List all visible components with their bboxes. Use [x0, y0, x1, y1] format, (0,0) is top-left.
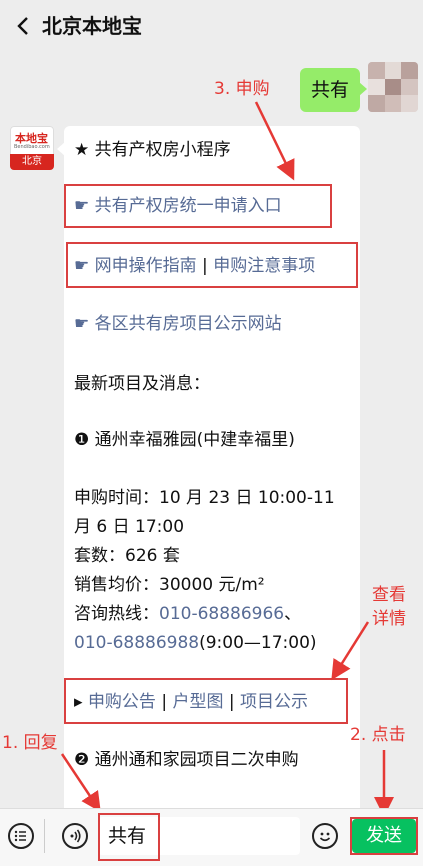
annotation-details-1: 查看	[372, 585, 406, 605]
project-links-row: ▸ 申购公告 | 户型图 | 项目公示	[74, 690, 308, 714]
logo-city: 北京	[10, 154, 54, 170]
hotline-number-2[interactable]: 010-68886988	[74, 633, 199, 653]
announcement-link[interactable]: 申购公告	[88, 692, 156, 712]
hand-pointer-icon: ☛	[74, 256, 95, 276]
separator: |	[196, 256, 214, 276]
header-bar: 北京本地宝	[0, 0, 423, 52]
pipe-1: |	[155, 692, 173, 712]
notice-link[interactable]: 申购注意事项	[213, 256, 315, 276]
district-link[interactable]: ☛ 各区共有房项目公示网站	[74, 312, 282, 336]
highlight-box-input	[98, 813, 160, 861]
hotline-row: 咨询热线：010-68886966、	[74, 602, 301, 626]
hotline-label: 咨询热线：	[74, 604, 159, 624]
bot-message-bubble: ★ 共有产权房小程序 ☛ 共有产权房统一申请入口 ☛ 网申操作指南 | 申购注意…	[57, 126, 360, 816]
hotline-number-1[interactable]: 010-68886966	[159, 604, 284, 624]
guide-link[interactable]: 网申操作指南	[95, 256, 197, 276]
latest-title: 最新项目及消息：	[74, 374, 210, 394]
pipe-2: |	[223, 692, 241, 712]
triangle-icon: ▸	[74, 692, 88, 712]
blurred-avatar-icon	[368, 62, 418, 112]
toolbar-divider	[44, 819, 45, 853]
avg-price-text: 销售均价：30000 元/m²	[74, 575, 265, 595]
annotation-details-2: 详情	[372, 609, 406, 629]
menu-list-icon[interactable]	[8, 823, 34, 849]
project2-title: ❷ 通州通和家园项目二次申购	[74, 750, 299, 770]
apply-time-line1: 申购时间：10 月 23 日 10:00-11	[74, 488, 335, 508]
project1-title: ❶ 通州幸福雅园(中建幸福里)	[74, 430, 295, 450]
units-text: 套数：626 套	[74, 546, 180, 566]
voice-icon[interactable]	[62, 823, 88, 849]
input-toolbar: 共有 发送	[0, 808, 423, 866]
apply-time-line2: 月 6 日 17:00	[74, 517, 185, 537]
bot-avatar[interactable]: 本地宝 Bendibao.com 北京	[10, 126, 54, 170]
highlight-box-send	[350, 817, 418, 855]
apply-entry-link[interactable]: ☛ 共有产权房统一申请入口	[74, 194, 282, 218]
hotline-separator: 、	[284, 604, 302, 624]
emoji-icon[interactable]	[312, 823, 338, 849]
guide-row: ☛ 网申操作指南 | 申购注意事项	[74, 254, 315, 278]
annotation-step1: 1. 回复	[2, 733, 58, 753]
user-message-text: 共有	[310, 79, 349, 101]
floorplan-link[interactable]: 户型图	[172, 692, 223, 712]
mini-program-item[interactable]: ★ 共有产权房小程序	[74, 138, 231, 162]
chat-title: 北京本地宝	[42, 14, 142, 38]
hotline-hours: (9:00—17:00)	[199, 633, 317, 653]
logo-subtext: Bendibao.com	[14, 144, 50, 150]
back-arrow-icon[interactable]	[12, 14, 36, 38]
user-avatar[interactable]	[368, 62, 418, 112]
publicity-link[interactable]: 项目公示	[240, 692, 308, 712]
annotation-step3: 3. 申购	[214, 79, 270, 99]
hotline-row-2: 010-68886988(9:00—17:00)	[74, 631, 317, 655]
annotation-step2: 2. 点击	[350, 725, 406, 745]
user-message-bubble: 共有	[300, 68, 367, 112]
